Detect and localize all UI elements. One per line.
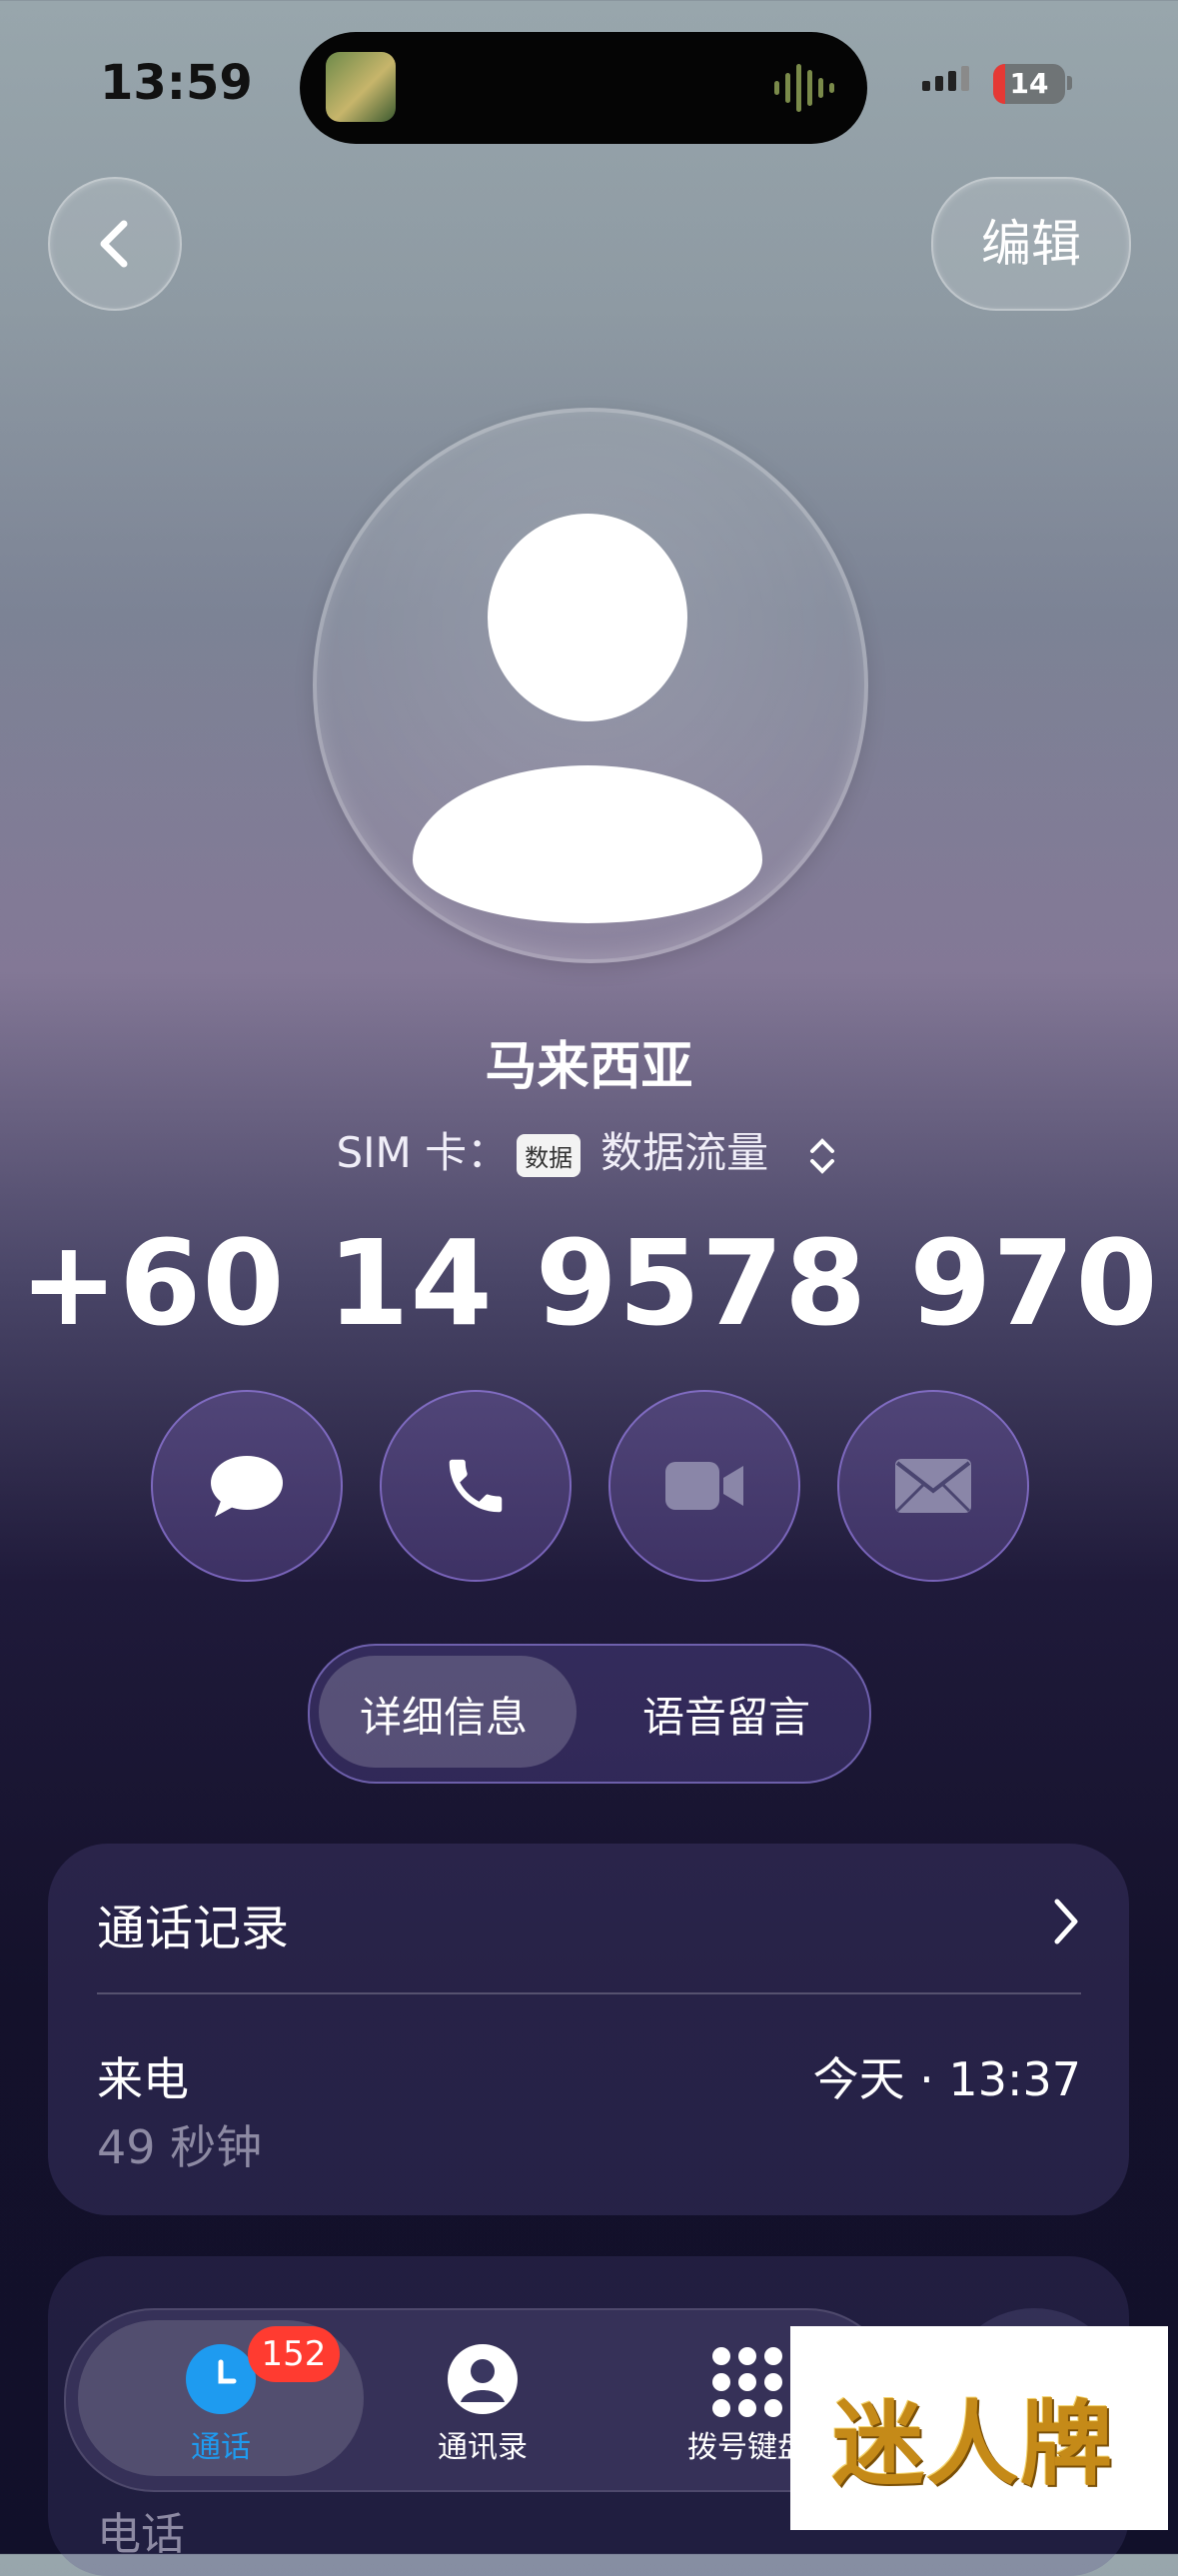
contacts-icon[interactable] (448, 2344, 518, 2414)
sim-tag: 数据 (517, 1134, 582, 1177)
game-app-icon (326, 52, 396, 122)
phone-section-label: 电话 (97, 2509, 185, 2560)
sim-label: SIM 卡： (336, 1128, 510, 1177)
battery-level: 14 (1009, 67, 1049, 100)
phone-icon (449, 1459, 503, 1513)
video-icon (665, 1462, 743, 1510)
chevron-right-icon[interactable] (1049, 1894, 1083, 1949)
watermark-logo: 迷人牌 (832, 2391, 1115, 2498)
sim-selector[interactable]: SIM 卡： 数据 数据流量 (0, 1119, 1178, 1181)
contact-name: 马来西亚 (485, 1037, 693, 1097)
sim-value: 数据流量 (600, 1128, 769, 1177)
status-time: 13:59 (100, 55, 253, 111)
tab-voicemail[interactable]: 语音留言 (642, 1684, 810, 1745)
chevron-left-icon (100, 220, 128, 268)
signal-icon (922, 66, 969, 91)
keypad-icon[interactable] (709, 2344, 785, 2420)
avatar-head-icon (488, 514, 687, 721)
tab-contacts[interactable]: 通讯录 (383, 2422, 583, 2466)
tab-recents[interactable]: 通话 (121, 2422, 321, 2466)
video-button[interactable] (608, 1390, 800, 1582)
call-duration: 49 秒钟 (97, 2120, 263, 2174)
call-log-title[interactable]: 通话记录 (97, 1889, 289, 1958)
missed-calls-badge: 152 (248, 2326, 340, 2382)
back-button[interactable] (48, 177, 182, 311)
divider (97, 1992, 1081, 1994)
battery-tip (1067, 76, 1072, 90)
phone-number: +60 14 9578 970 (19, 1214, 1159, 1352)
message-button[interactable] (151, 1390, 343, 1582)
edit-button[interactable]: 编辑 (931, 177, 1131, 311)
call-type: 来电 (97, 2052, 189, 2106)
call-time: 今天 · 13:37 (812, 2052, 1081, 2106)
mail-icon (895, 1459, 971, 1513)
tab-details[interactable]: 详细信息 (360, 1684, 528, 1745)
call-button[interactable] (380, 1390, 572, 1582)
chevron-updown-icon (809, 1137, 834, 1174)
audio-wave-icon (774, 60, 844, 115)
clock-icon[interactable] (186, 2344, 256, 2414)
mail-button[interactable] (837, 1390, 1029, 1582)
battery-icon: 14 (993, 64, 1065, 104)
message-icon (211, 1456, 283, 1517)
